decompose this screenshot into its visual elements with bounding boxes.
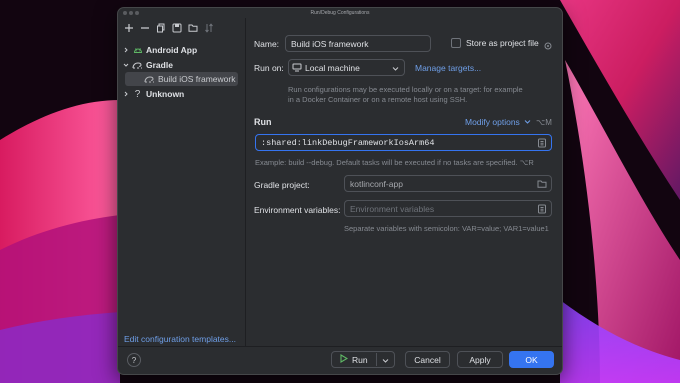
apply-button[interactable]: Apply [457, 351, 503, 368]
configuration-form: Name: Build iOS framework Store as proje… [247, 18, 562, 346]
run-on-label: Run on: [254, 63, 284, 73]
environment-variables-hint: Separate variables with semicolon: VAR=v… [344, 224, 549, 233]
tasks-field[interactable]: :shared:linkDebugFrameworkIosArm64 [255, 134, 552, 151]
modify-options-label: Modify options [465, 117, 520, 127]
tasks-value: :shared:linkDebugFrameworkIosArm64 [261, 137, 435, 148]
expand-field-icon[interactable] [537, 138, 547, 148]
gradle-icon [132, 60, 143, 71]
run-debug-configurations-dialog: Run/Debug Configurations Android App Gra… [117, 7, 563, 375]
tasks-hint: Example: build --debug. Default tasks wi… [255, 158, 534, 168]
folder-icon[interactable] [537, 179, 547, 189]
chevron-down-icon [524, 120, 531, 124]
tree-item-label: Build iOS framework [158, 74, 236, 84]
split-divider [376, 353, 377, 366]
ok-button[interactable]: OK [509, 351, 554, 368]
chevron-right-icon[interactable] [120, 91, 132, 97]
gradle-icon [144, 74, 155, 85]
tasks-hint-shortcut: ⌥R [519, 158, 534, 167]
gradle-project-label: Gradle project: [254, 180, 310, 190]
name-field[interactable]: Build iOS framework [285, 35, 431, 52]
help-button[interactable]: ? [127, 353, 141, 367]
run-on-value: Local machine [305, 62, 360, 73]
tree-item-build-ios-framework[interactable]: Build iOS framework [125, 72, 238, 86]
tasks-hint-text: Example: build --debug. Default tasks wi… [255, 158, 518, 167]
chevron-down-icon[interactable] [120, 62, 132, 68]
cancel-button[interactable]: Cancel [405, 351, 450, 368]
store-as-project-file-label: Store as project file [466, 38, 539, 48]
window-title: Run/Debug Configurations [310, 10, 370, 16]
settings-icon[interactable] [543, 38, 553, 56]
close-window-button[interactable] [123, 11, 127, 15]
name-value: Build iOS framework [291, 38, 369, 49]
expand-field-icon[interactable] [537, 204, 547, 214]
tree-item-unknown[interactable]: ? Unknown [120, 87, 244, 101]
edit-configuration-templates-link[interactable]: Edit configuration templates... [124, 334, 236, 344]
android-icon [132, 45, 143, 56]
question-icon: ? [134, 88, 141, 100]
environment-variables-field[interactable]: Environment variables [344, 200, 552, 217]
add-icon[interactable] [122, 21, 136, 35]
tree-item-label: Unknown [146, 89, 185, 99]
run-on-hint: Run configurations may be executed local… [288, 85, 523, 104]
run-on-select[interactable]: Local machine [288, 59, 405, 76]
manage-targets-link[interactable]: Manage targets... [415, 63, 481, 73]
tree-item-label: Android App [146, 45, 198, 55]
minimize-window-button[interactable] [129, 11, 133, 15]
run-button-label: Run [352, 354, 368, 365]
environment-variables-placeholder: Environment variables [350, 203, 435, 214]
local-machine-icon [292, 62, 302, 74]
tree-item-label: Gradle [146, 60, 173, 70]
run-button[interactable]: Run [331, 351, 395, 368]
gradle-project-value: kotlinconf-app [350, 178, 403, 189]
remove-icon[interactable] [138, 21, 152, 35]
zoom-window-button[interactable] [135, 11, 139, 15]
tree-item-gradle[interactable]: Gradle [120, 58, 244, 72]
tree-item-android-app[interactable]: Android App [120, 43, 244, 57]
save-icon[interactable] [170, 21, 184, 35]
environment-variables-label: Environment variables: [254, 205, 341, 215]
configurations-sidebar: Android App Gradle Build iOS framework ?… [118, 18, 246, 346]
title-bar: Run/Debug Configurations [118, 8, 562, 18]
gradle-project-field[interactable]: kotlinconf-app [344, 175, 552, 192]
run-icon [340, 354, 349, 365]
dialog-footer: ? Run Cancel Apply OK [118, 346, 562, 374]
sort-icon[interactable] [202, 21, 216, 35]
modify-options-link[interactable]: Modify options [465, 117, 531, 127]
name-label: Name: [254, 39, 280, 49]
chevron-right-icon[interactable] [120, 47, 132, 53]
sidebar-toolbar [122, 21, 216, 35]
modify-options-shortcut: ⌥M [536, 118, 552, 127]
run-section-title: Run [254, 117, 272, 127]
folder-icon[interactable] [186, 21, 200, 35]
store-as-project-file-checkbox[interactable] [451, 38, 461, 48]
copy-icon[interactable] [154, 21, 168, 35]
chevron-down-icon[interactable] [382, 356, 389, 366]
chevron-down-icon [392, 64, 399, 74]
